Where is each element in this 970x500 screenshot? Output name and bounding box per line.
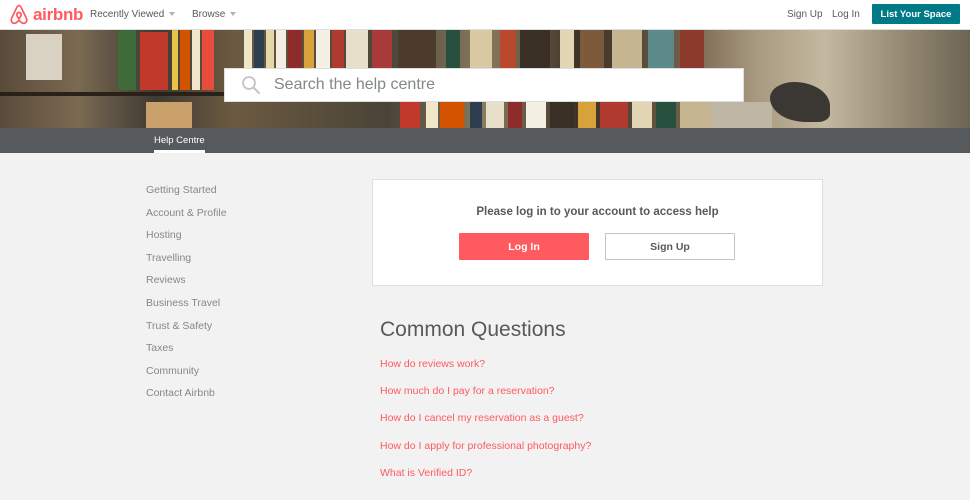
book [500, 30, 516, 68]
book [140, 32, 168, 90]
book [580, 30, 604, 68]
book [172, 30, 178, 90]
sidebar-item-account-profile[interactable]: Account & Profile [146, 207, 227, 230]
book [680, 30, 704, 68]
faq-link-reservation-cost[interactable]: How much do I pay for a reservation? [380, 385, 591, 412]
browse-label: Browse [192, 9, 226, 20]
browse-dropdown[interactable]: Browse [192, 9, 237, 20]
book [680, 102, 712, 128]
book [400, 102, 420, 128]
active-tab-indicator [154, 150, 205, 153]
header-log-in-link[interactable]: Log In [832, 9, 860, 20]
sidebar-item-business-travel[interactable]: Business Travel [146, 297, 227, 320]
book [612, 30, 642, 68]
sidebar-item-getting-started[interactable]: Getting Started [146, 184, 227, 207]
book [560, 30, 574, 68]
chevron-down-icon [230, 12, 237, 17]
sidebar-item-travelling[interactable]: Travelling [146, 252, 227, 275]
faq-link-cancel-reservation[interactable]: How do I cancel my reservation as a gues… [380, 412, 591, 439]
search-icon [242, 76, 260, 94]
book [526, 102, 546, 128]
book [398, 30, 436, 68]
book [426, 102, 438, 128]
faq-link-professional-photography[interactable]: How do I apply for professional photogra… [380, 440, 591, 467]
recently-viewed-label: Recently Viewed [90, 9, 165, 20]
book [244, 30, 252, 68]
book [192, 30, 200, 90]
sign-up-button[interactable]: Sign Up [605, 233, 735, 260]
book [180, 30, 190, 90]
book [550, 102, 574, 128]
help-search-input[interactable] [274, 76, 714, 94]
help-sidebar: Getting Started Account & Profile Hostin… [146, 184, 227, 410]
book [304, 30, 314, 68]
hero-banner [0, 30, 970, 128]
login-prompt-card: Please log in to your account to access … [372, 179, 823, 286]
book [202, 30, 214, 90]
sidebar-item-contact-airbnb[interactable]: Contact Airbnb [146, 387, 227, 410]
bottle [118, 30, 136, 90]
recently-viewed-dropdown[interactable]: Recently Viewed [90, 9, 176, 20]
help-search-bar[interactable] [224, 68, 744, 102]
airbnb-logo[interactable]: airbnb [9, 4, 83, 25]
logo-wordmark: airbnb [33, 4, 84, 24]
help-subnav: Help Centre [0, 128, 970, 153]
shelf [0, 92, 230, 96]
list-your-space-button[interactable]: List Your Space [872, 4, 960, 24]
login-prompt-message: Please log in to your account to access … [476, 206, 719, 218]
common-questions-heading: Common Questions [380, 318, 566, 341]
book [316, 30, 330, 68]
book [520, 30, 550, 68]
book [266, 30, 274, 68]
book [656, 102, 676, 128]
sidebar-item-trust-safety[interactable]: Trust & Safety [146, 320, 227, 343]
sidebar-item-taxes[interactable]: Taxes [146, 342, 227, 365]
tab-help-centre[interactable]: Help Centre [154, 135, 205, 146]
book [632, 102, 652, 128]
common-questions-list: How do reviews work? How much do I pay f… [380, 358, 591, 494]
book [712, 102, 772, 128]
book [146, 102, 192, 128]
airbnb-belo-icon [10, 4, 28, 25]
book [288, 30, 302, 68]
book [486, 102, 504, 128]
sidebar-item-hosting[interactable]: Hosting [146, 229, 227, 252]
book [254, 30, 264, 68]
sidebar-item-community[interactable]: Community [146, 365, 227, 388]
sidebar-item-reviews[interactable]: Reviews [146, 274, 227, 297]
chevron-down-icon [169, 12, 176, 17]
picture-frame [26, 34, 62, 80]
book [372, 30, 392, 68]
top-header: airbnb Recently Viewed Browse Sign Up Lo… [0, 0, 970, 30]
faq-link-verified-id[interactable]: What is Verified ID? [380, 467, 591, 494]
book [332, 30, 344, 68]
book [446, 30, 460, 68]
book [440, 102, 464, 128]
book [470, 102, 482, 128]
book [276, 30, 286, 68]
log-in-button[interactable]: Log In [459, 233, 589, 260]
book [600, 102, 628, 128]
faq-link-reviews[interactable]: How do reviews work? [380, 358, 591, 385]
dark-object [770, 82, 830, 122]
header-sign-up-link[interactable]: Sign Up [787, 9, 823, 20]
book [470, 30, 492, 68]
book [578, 102, 596, 128]
book [508, 102, 522, 128]
book [648, 30, 674, 68]
book [346, 30, 368, 68]
